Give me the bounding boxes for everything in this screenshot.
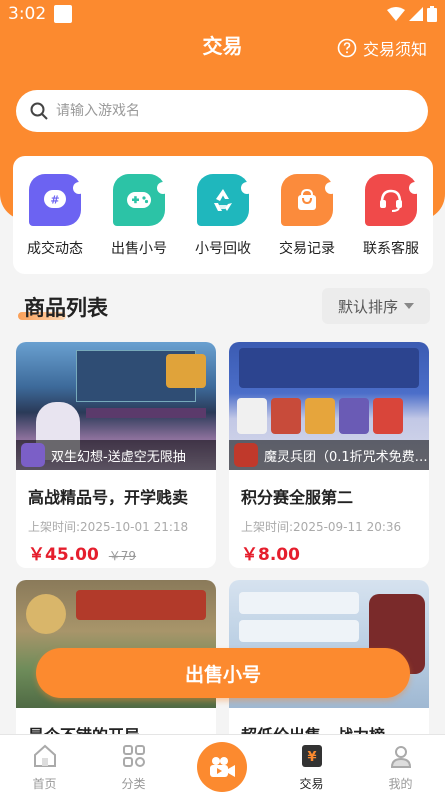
quick-action-label: 交易记录 [279, 241, 335, 257]
battery-icon [427, 6, 437, 22]
signal-icon [409, 7, 423, 21]
tab-home[interactable]: 首页 [10, 735, 80, 798]
quick-action-records[interactable]: 交易记录 [265, 174, 349, 258]
tab-trade[interactable]: ¥ 交易 [277, 735, 347, 798]
game-caption: 双生幻想-送虚空无限抽 [16, 440, 216, 470]
price-row: ￥45.00 ￥79 [28, 540, 216, 565]
quick-actions-card: # 成交动态 出售小号 小号回收 交易记录 联系客服 [13, 156, 433, 274]
game-name: 魔灵兵团（0.1折咒术免费… [264, 449, 428, 465]
wifi-icon [387, 7, 405, 21]
shopping-bag-icon [281, 174, 337, 226]
trade-icon: ¥ [300, 743, 324, 769]
price-row: ￥8.00 [241, 540, 429, 565]
search-bar[interactable] [16, 90, 428, 132]
question-circle-icon [337, 38, 357, 58]
original-price: ￥79 [108, 549, 137, 563]
product-date: 上架时间:2025-10-01 21:18 [28, 520, 189, 534]
video-camera-icon [210, 757, 235, 777]
product-card[interactable]: 魔灵兵团（0.1折咒术免费… 积分赛全服第二 上架时间:2025-09-11 2… [229, 342, 429, 568]
tab-label: 分类 [121, 777, 146, 791]
quick-action-label: 出售小号 [111, 241, 167, 257]
search-input[interactable] [56, 103, 356, 119]
product-price: ￥8.00 [241, 545, 300, 565]
quick-action-label: 小号回收 [195, 241, 251, 257]
game-name: 双生幻想-送虚空无限抽 [51, 449, 186, 465]
product-date: 上架时间:2025-09-11 20:36 [241, 520, 402, 534]
tab-category[interactable]: 分类 [99, 735, 169, 798]
recycle-icon [197, 174, 253, 226]
product-screenshot: 双生幻想-送虚空无限抽 [16, 342, 216, 470]
status-bar: 3:02 [0, 0, 445, 30]
quick-action-recycle[interactable]: 小号回收 [181, 174, 265, 258]
gamepad-icon [113, 174, 169, 226]
quick-action-sell[interactable]: 出售小号 [97, 174, 181, 258]
tab-label: 交易 [299, 777, 324, 791]
video-camera-button[interactable] [197, 742, 247, 792]
product-card[interactable]: 双生幻想-送虚空无限抽 高战精品号，开学贱卖 上架时间:2025-10-01 2… [16, 342, 216, 568]
hashtag-chat-icon: # [29, 174, 85, 226]
product-price: ￥45.00 [28, 545, 99, 565]
product-title: 高战精品号，开学贱卖 [28, 488, 189, 507]
svg-text:#: # [50, 194, 59, 207]
sell-account-button[interactable]: 出售小号 [36, 648, 410, 698]
section-title: 商品列表 [24, 296, 108, 320]
caret-down-icon [404, 303, 414, 309]
tab-label: 首页 [32, 777, 57, 791]
product-title: 积分赛全服第二 [241, 488, 354, 507]
sort-label: 默认排序 [337, 297, 398, 316]
game-icon [21, 443, 45, 467]
product-list-header: 商品列表 默认排序 [18, 288, 430, 328]
quick-action-label: 成交动态 [27, 241, 83, 257]
svg-text:¥: ¥ [307, 750, 316, 765]
trade-notice-label: 交易须知 [362, 40, 427, 59]
home-icon [32, 743, 58, 769]
sort-dropdown[interactable]: 默认排序 [322, 288, 430, 324]
quick-action-support[interactable]: 联系客服 [349, 174, 433, 258]
headset-icon [365, 174, 421, 226]
category-icon [122, 743, 146, 769]
notification-icon [54, 5, 72, 23]
quick-action-deals[interactable]: # 成交动态 [13, 174, 97, 258]
product-screenshot: 魔灵兵团（0.1折咒术免费… [229, 342, 429, 470]
game-icon [234, 443, 258, 467]
system-icons [387, 6, 437, 22]
trade-notice-link[interactable]: 交易须知 [337, 36, 427, 60]
game-caption: 魔灵兵团（0.1折咒术免费… [229, 440, 429, 470]
tab-mine[interactable]: 我的 [366, 735, 436, 798]
search-icon [30, 102, 48, 120]
tab-label: 我的 [388, 777, 413, 791]
user-icon [389, 743, 413, 769]
quick-action-label: 联系客服 [363, 241, 419, 257]
status-time: 3:02 [8, 4, 47, 24]
